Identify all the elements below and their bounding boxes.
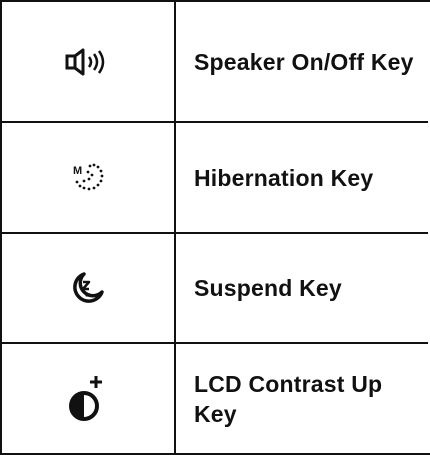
label-cell: LCD Contrast Up Key <box>176 344 428 453</box>
icon-cell <box>2 234 174 342</box>
key-table: Speaker On/Off Key M Hibernation Key Sus… <box>0 0 430 455</box>
table-row-speaker: Speaker On/Off Key <box>2 2 428 123</box>
hibernation-icon: M <box>68 160 108 196</box>
label-cell: Speaker On/Off Key <box>176 2 428 121</box>
speaker-key-label: Speaker On/Off Key <box>194 48 414 75</box>
label-cell: Hibernation Key <box>176 123 428 232</box>
lcd-contrast-up-key-label: LCD Contrast Up Key <box>194 370 383 427</box>
suspend-icon <box>70 270 106 306</box>
suspend-key-label: Suspend Key <box>194 275 342 301</box>
icon-cell: M <box>2 123 174 232</box>
table-row-hibernation: M Hibernation Key <box>2 123 428 234</box>
table-row-lcd-contrast-up: LCD Contrast Up Key <box>2 344 428 453</box>
speaker-icon <box>65 47 111 77</box>
hibernation-key-label: Hibernation Key <box>194 164 374 191</box>
icon-cell <box>2 344 174 453</box>
table-row-suspend: Suspend Key <box>2 234 428 344</box>
hibernation-icon-letter: M <box>73 165 82 177</box>
icon-cell <box>2 2 174 121</box>
lcd-contrast-up-icon <box>68 374 108 424</box>
label-cell: Suspend Key <box>176 234 428 342</box>
